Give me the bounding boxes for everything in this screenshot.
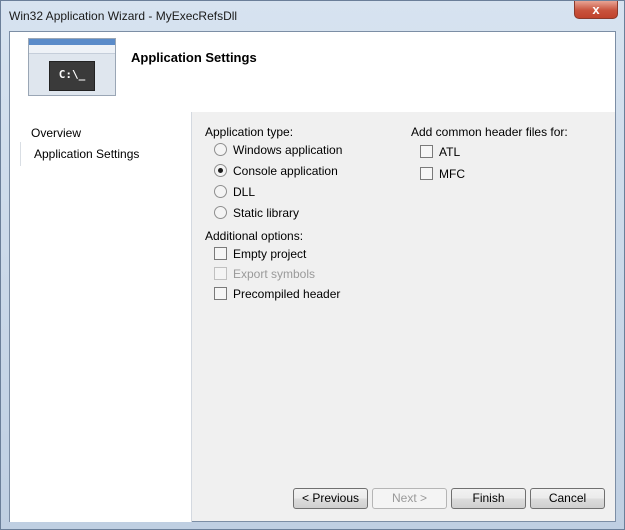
checkbox-mfc[interactable]: MFC [420,167,465,181]
checkbox-label: MFC [439,167,465,181]
cancel-button[interactable]: Cancel [530,488,605,509]
checkbox-empty-project[interactable]: Empty project [214,247,306,261]
additional-options-label: Additional options: [205,229,304,243]
checkbox-label: Empty project [233,247,307,261]
application-type-label: Application type: [205,125,294,139]
nav-item-application-settings[interactable]: Application Settings [20,142,150,166]
radio-console-application[interactable]: Console application [214,164,338,178]
console-window-icon: C:\_ [49,61,95,91]
header-files-label: Add common header files for: [411,125,568,139]
next-button: Next > [372,488,447,509]
checkbox-export-symbols: Export symbols [214,267,315,281]
checkbox-icon [420,145,433,158]
checkbox-icon [214,287,227,300]
close-button[interactable]: x [574,1,618,19]
radio-dll[interactable]: DLL [214,185,255,199]
radio-label: DLL [233,185,256,199]
radio-label: Static library [233,206,300,220]
console-app-banner-image: C:\_ [28,38,116,96]
finish-button[interactable]: Finish [451,488,526,509]
wizard-client-area: C:\_ Application Settings Overview Appli… [9,31,616,522]
radio-label: Windows application [233,143,343,157]
radio-button-icon [214,143,227,156]
checkbox-precompiled-header[interactable]: Precompiled header [214,287,340,301]
radio-label: Console application [233,164,338,178]
radio-button-icon [214,185,227,198]
checkbox-atl[interactable]: ATL [420,145,460,159]
close-icon: x [592,2,600,17]
nav-item-overview[interactable]: Overview [31,126,81,140]
wizard-navigation: Overview Application Settings [10,112,192,522]
checkbox-icon [214,267,227,280]
radio-windows-application[interactable]: Windows application [214,143,342,157]
checkbox-label: Precompiled header [233,287,341,301]
radio-static-library[interactable]: Static library [214,206,299,220]
window-title: Win32 Application Wizard - MyExecRefsDll [9,9,238,23]
previous-button[interactable]: < Previous [293,488,368,509]
checkbox-label: Export symbols [233,267,316,281]
radio-button-icon [214,206,227,219]
wizard-header: C:\_ Application Settings [10,32,615,112]
wizard-window: Win32 Application Wizard - MyExecRefsDll… [0,0,625,530]
title-bar[interactable]: Win32 Application Wizard - MyExecRefsDll… [1,1,624,31]
checkbox-icon [420,167,433,180]
banner-menubar [29,45,115,54]
checkbox-label: ATL [439,145,461,159]
checkbox-icon [214,247,227,260]
radio-button-checked-icon [214,164,227,177]
page-title: Application Settings [131,50,257,65]
